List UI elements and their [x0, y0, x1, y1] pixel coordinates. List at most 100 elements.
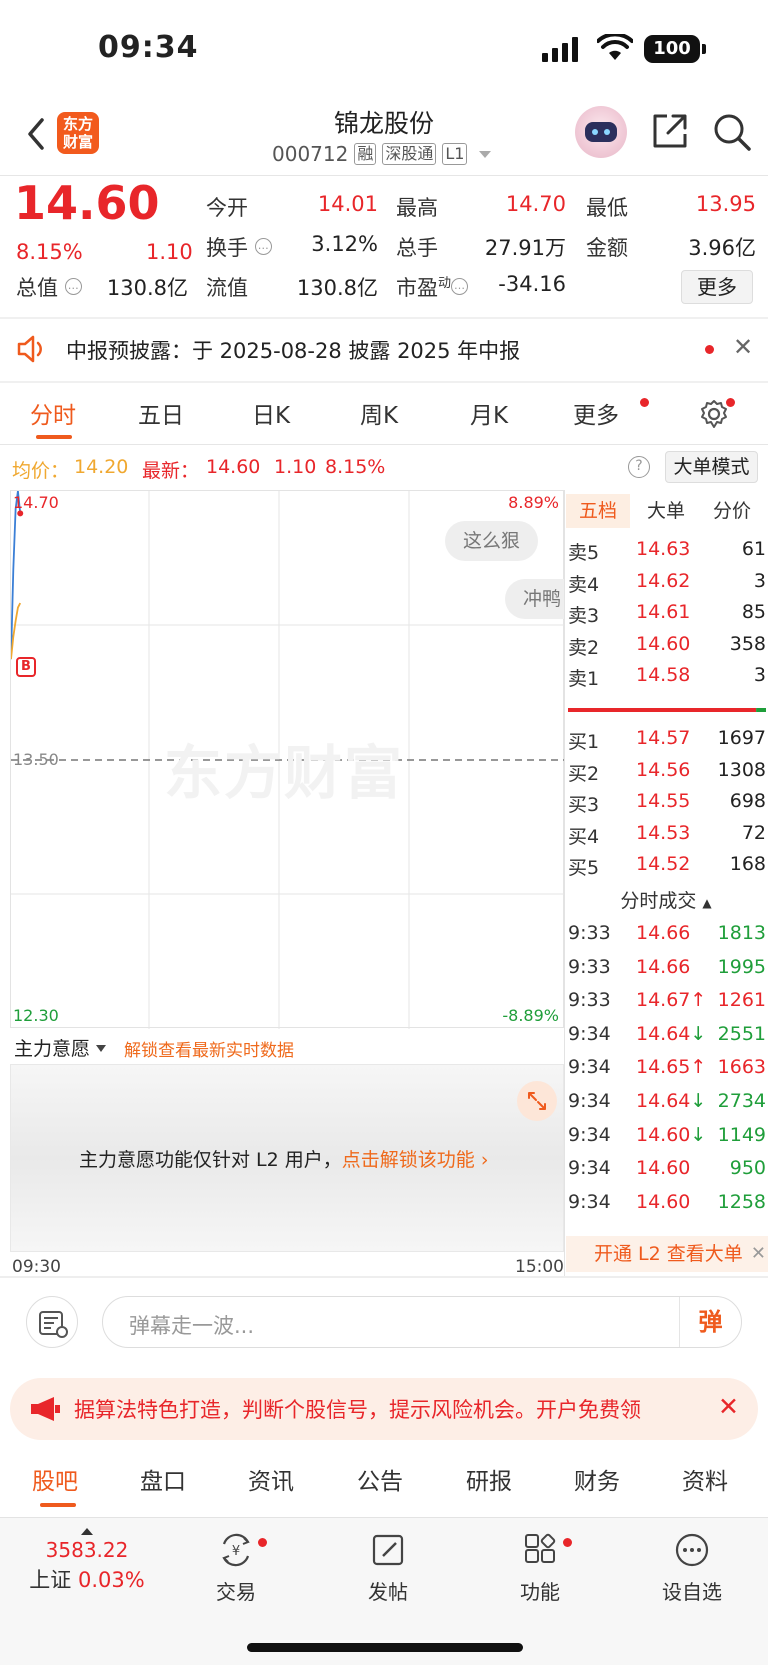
quote-panel: 14.60 8.15% 1.10 今开 14.01 最高 14.70 最低 13…	[0, 176, 768, 316]
ai-assistant-icon[interactable]	[575, 106, 627, 158]
ask-row[interactable]: 卖2 14.60 358	[566, 629, 766, 661]
nav-trade[interactable]: ¥ 交易	[186, 1532, 286, 1605]
tab-five-levels[interactable]: 五档	[566, 494, 630, 528]
help-icon[interactable]: ?	[628, 456, 650, 478]
close-icon[interactable]: ✕	[718, 1392, 739, 1421]
value-low: 13.95	[695, 192, 756, 216]
info-icon[interactable]: …	[254, 238, 272, 255]
ticks-header[interactable]: 分时成交 ▲	[566, 886, 766, 913]
bid-row[interactable]: 买1 14.57 1697	[566, 723, 766, 755]
level-price: 14.58	[636, 664, 691, 686]
level-price: 14.55	[636, 790, 691, 812]
tick-volume: 2734	[717, 1090, 766, 1112]
wifi-icon	[597, 34, 633, 60]
tick-volume: 1663	[717, 1056, 766, 1079]
tab-big-orders[interactable]: 大单	[634, 494, 698, 528]
info-icon[interactable]: …	[451, 278, 469, 295]
big-order-mode-button[interactable]: 大单模式	[665, 451, 758, 483]
danmu-settings-icon[interactable]	[26, 1296, 78, 1348]
label-volume: 总手	[396, 236, 438, 260]
tab-daily-k[interactable]: 日K	[252, 396, 290, 430]
danmu-input[interactable]: 弹幕走一波... 弹	[102, 1296, 742, 1348]
info-icon[interactable]: …	[64, 278, 82, 295]
search-icon[interactable]	[712, 112, 752, 152]
status-time: 09:34	[98, 30, 199, 65]
level-volume: 72	[741, 821, 766, 844]
bid-row[interactable]: 买5 14.52 168	[566, 849, 766, 881]
tab-announcements[interactable]: 公告	[357, 1462, 403, 1496]
change-amount: 1.10	[146, 240, 193, 264]
tab-finance[interactable]: 财务	[574, 1462, 620, 1496]
edit-icon	[372, 1534, 404, 1566]
chart-tabs: 分时 五日 日K 周K 月K 更多	[0, 384, 768, 444]
indicator-selector[interactable]: 主力意愿	[14, 1034, 107, 1061]
level-label: 卖5	[568, 542, 600, 564]
expand-icon[interactable]	[517, 1081, 557, 1121]
dropdown-caret-icon	[479, 150, 492, 158]
l2-upgrade-banner[interactable]: 开通 L2 查看大单 ✕	[566, 1236, 768, 1272]
intraday-chart[interactable]: 东方财富 14.70 13.50 12.30 8.89% -8.89% 这么狠 …	[10, 490, 565, 1029]
ask-row[interactable]: 卖3 14.61 85	[566, 597, 766, 629]
tag-level: L1	[442, 143, 468, 165]
avg-value: 14.20	[74, 456, 129, 478]
nav-trade-label: 交易	[216, 1580, 256, 1604]
tab-handicap[interactable]: 盘口	[140, 1462, 186, 1496]
watermark: 东方财富	[164, 739, 405, 807]
tab-weekly-k[interactable]: 周K	[360, 396, 398, 430]
share-icon[interactable]	[651, 112, 689, 150]
tick-price: 14.60	[636, 1157, 691, 1180]
level-label: 卖2	[568, 636, 600, 659]
nav-post[interactable]: 发帖	[338, 1532, 438, 1605]
tick-price: 14.60	[636, 1190, 691, 1213]
tab-research[interactable]: 研报	[466, 1462, 512, 1496]
unread-dot	[726, 398, 735, 407]
level-price: 14.60	[636, 632, 691, 655]
level-volume: 1308	[717, 758, 766, 781]
danmu-send-button[interactable]: 弹	[679, 1297, 741, 1347]
buy-marker[interactable]: B	[16, 657, 36, 677]
nav-functions[interactable]: 功能	[490, 1532, 590, 1605]
danmu-bubble: 这么狠	[445, 521, 539, 561]
promo-banner[interactable]: 据算法特色打造，判断个股信号，提示风险机会。开户免费领 ✕	[10, 1378, 758, 1440]
ask-row[interactable]: 卖5 14.63 61	[566, 534, 766, 566]
nav-add-watchlist[interactable]: 设自选	[642, 1532, 742, 1605]
home-indicator	[247, 1643, 523, 1652]
tag-margin: 融	[354, 143, 377, 165]
level-volume: 3	[753, 569, 766, 592]
close-icon[interactable]: ✕	[733, 333, 753, 361]
close-icon[interactable]: ✕	[751, 1236, 766, 1272]
bid-row[interactable]: 买4 14.53 72	[566, 818, 766, 850]
label-total-mcap[interactable]: 总值 …	[16, 272, 82, 302]
tab-price-dist[interactable]: 分价	[700, 494, 764, 528]
tick-row: 9:34 14.60 950	[566, 1153, 766, 1187]
tab-intraday[interactable]: 分时	[30, 396, 76, 430]
more-button[interactable]: 更多	[681, 270, 753, 304]
megaphone-icon	[31, 1397, 60, 1421]
tab-five-day[interactable]: 五日	[138, 396, 184, 430]
bid-row[interactable]: 买2 14.56 1308	[566, 755, 766, 787]
tick-time: 9:34	[568, 1123, 611, 1146]
tab-monthly-k[interactable]: 月K	[470, 396, 508, 430]
label-turnover[interactable]: 换手 …	[206, 232, 272, 262]
index-ticker[interactable]: 3583.22 上证 0.03%	[22, 1528, 152, 1594]
tab-profile[interactable]: 资料	[682, 1462, 728, 1496]
unread-dot	[640, 398, 649, 407]
label-pe-text: 市盈	[396, 276, 438, 300]
ask-row[interactable]: 卖1 14.58 3	[566, 660, 766, 692]
tab-news[interactable]: 资讯	[248, 1462, 294, 1496]
tag-connect: 深股通	[382, 143, 437, 165]
ask-row[interactable]: 卖4 14.62 3	[566, 566, 766, 598]
notice-bar[interactable]: 中报预披露：于 2025-08-28 披露 2025 年中报 ✕	[0, 318, 768, 380]
bid-row[interactable]: 买3 14.55 698	[566, 786, 766, 818]
stock-code-row[interactable]: 000712 融 深股通 L1	[272, 142, 492, 166]
tab-forum[interactable]: 股吧	[32, 1462, 78, 1496]
unlock-realtime-link[interactable]: 解锁查看最新实时数据	[124, 1036, 294, 1061]
unlock-feature-link[interactable]: 点击解锁该功能 ›	[342, 1149, 489, 1171]
tick-price: 14.64↓	[636, 1022, 707, 1045]
indicator-selector-label: 主力意愿	[14, 1038, 91, 1060]
level-volume: 358	[729, 632, 766, 655]
tab-more[interactable]: 更多	[573, 396, 619, 430]
tick-volume: 2551	[717, 1022, 766, 1045]
label-pe[interactable]: 市盈动…	[396, 272, 469, 302]
unlock-feature-link-text: 点击解锁该功能	[341, 1149, 475, 1171]
